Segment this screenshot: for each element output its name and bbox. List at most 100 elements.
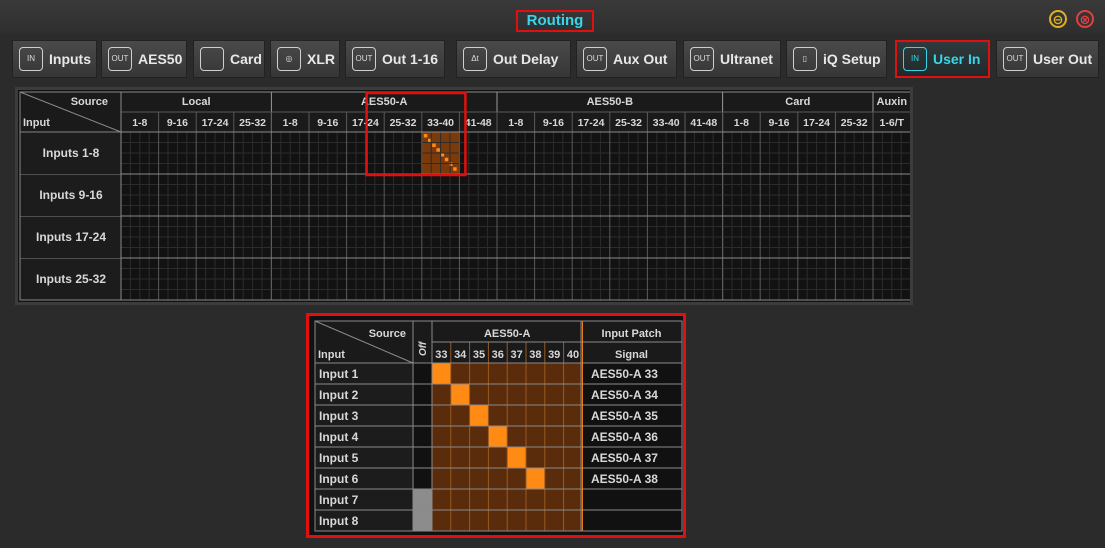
- output-jack-icon: OUT: [583, 47, 607, 71]
- patch-point[interactable]: [469, 405, 489, 426]
- input-row-label: Inputs 9-16: [39, 188, 103, 202]
- channel-number-label: 39: [548, 349, 560, 361]
- off-indicator[interactable]: [413, 510, 432, 531]
- source-column-label: 25-32: [390, 117, 417, 129]
- signal-value: AES50-A 36: [591, 430, 658, 444]
- source-column-label: 33-40: [653, 117, 680, 129]
- input-patch-header: Input Patch: [602, 328, 662, 340]
- source-group-local: Local: [182, 96, 211, 108]
- patch-point: [444, 157, 449, 162]
- patch-point: [453, 167, 457, 171]
- source-column-label: 9-16: [768, 117, 789, 129]
- source-column-label: 25-32: [841, 117, 868, 129]
- tab-label: iQ Setup: [823, 51, 881, 67]
- source-column-label: 9-16: [167, 117, 188, 129]
- source-column-label: 1-8: [508, 117, 523, 129]
- source-column-label: 9-16: [543, 117, 564, 129]
- channel-number-label: 35: [473, 349, 485, 361]
- channel-number-label: 36: [492, 349, 504, 361]
- tab-label: Card: [230, 51, 262, 67]
- corner-source-label: Source: [369, 328, 406, 340]
- patch-point: [432, 143, 436, 147]
- delay-icon: Δt: [463, 47, 487, 71]
- channel-number-label: 37: [510, 349, 522, 361]
- source-group-aes50-a: AES50-A: [361, 96, 408, 108]
- signal-value: AES50-A 35: [591, 409, 658, 423]
- off-column-label: Off: [418, 340, 429, 356]
- tab-aes50[interactable]: OUT AES50: [101, 40, 187, 78]
- patch-point[interactable]: [450, 384, 470, 405]
- patch-detail-grid: Source Input Off AES50-A 33 34 35 36 37 38 39 40 Inp…: [314, 320, 683, 532]
- routing-matrix: Source Input Local 1-8 9-16 17-24 25-32 AES50-A…: [15, 87, 913, 305]
- title-bar: Routing ⊖ ⊗: [0, 0, 1105, 34]
- minimize-icon[interactable]: ⊖: [1049, 10, 1067, 28]
- source-group-aes50-a: AES50-A: [484, 328, 531, 340]
- tab-label: Aux Out: [613, 51, 668, 67]
- matrix-grid: Source Input Local 1-8 9-16 17-24 25-32 AES50-A…: [19, 91, 910, 301]
- input-row-label: Inputs 17-24: [36, 230, 106, 244]
- channel-number-label: 38: [529, 349, 541, 361]
- channel-number-label: 34: [454, 349, 467, 361]
- card-icon: [200, 47, 224, 71]
- tab-out-1-16[interactable]: OUT Out 1-16: [345, 40, 445, 78]
- source-group-card: Card: [785, 96, 810, 108]
- tab-label: Out Delay: [493, 51, 559, 67]
- tab-inputs[interactable]: IN Inputs: [12, 40, 97, 78]
- patch-point: [440, 153, 445, 157]
- off-indicator[interactable]: [413, 489, 432, 510]
- patch-point: [423, 134, 428, 138]
- input-row-label: Input 4: [319, 430, 359, 444]
- signal-header: Signal: [615, 349, 648, 361]
- source-group-auxin: Auxin: [877, 96, 908, 108]
- input-row-label: Input 1: [319, 367, 359, 381]
- input-row-label: Input 2: [319, 388, 359, 402]
- tab-xlr[interactable]: ◎ XLR: [270, 40, 340, 78]
- patch-point[interactable]: [488, 426, 508, 447]
- source-column-label: 1-8: [734, 117, 749, 129]
- patch-point[interactable]: [526, 468, 545, 489]
- tab-ultranet[interactable]: OUT Ultranet: [683, 40, 781, 78]
- tab-label: AES50: [138, 51, 183, 67]
- source-column-label: 17-24: [202, 117, 229, 129]
- source-column-label: 1-6/T: [880, 117, 905, 129]
- patch-point[interactable]: [507, 447, 526, 468]
- tab-label: XLR: [307, 51, 335, 67]
- source-column-label: 1-8: [283, 117, 298, 129]
- output-jack-icon: OUT: [352, 47, 376, 71]
- tab-label: Out 1-16: [382, 51, 439, 67]
- corner-source-label: Source: [71, 96, 108, 108]
- source-column-label: 25-32: [239, 117, 266, 129]
- input-jack-icon: IN: [903, 47, 927, 71]
- input-jack-icon: IN: [19, 47, 43, 71]
- source-column-label: 9-16: [317, 117, 338, 129]
- close-icon[interactable]: ⊗: [1076, 10, 1094, 28]
- input-row-label: Input 6: [319, 472, 359, 486]
- window-title: Routing: [516, 10, 594, 32]
- source-column-label: 25-32: [615, 117, 642, 129]
- source-column-label: 41-48: [690, 117, 717, 129]
- speaker-icon: ▯: [793, 47, 817, 71]
- input-row-label: Inputs 1-8: [43, 146, 100, 160]
- tab-iq-setup[interactable]: ▯ iQ Setup: [786, 40, 887, 78]
- tab-label: Ultranet: [720, 51, 773, 67]
- signal-value: AES50-A 33: [591, 367, 658, 381]
- output-jack-icon: OUT: [690, 47, 714, 71]
- channel-number-label: 33: [435, 349, 447, 361]
- input-row-label: Input 8: [319, 514, 359, 528]
- output-jack-icon: OUT: [108, 47, 132, 71]
- tab-card[interactable]: Card: [193, 40, 265, 78]
- tab-user-out[interactable]: OUT User Out: [996, 40, 1099, 78]
- xlr-icon: ◎: [277, 47, 301, 71]
- source-column-label: 33-40: [427, 117, 454, 129]
- tab-aux-out[interactable]: OUT Aux Out: [576, 40, 677, 78]
- patch-point[interactable]: [432, 363, 451, 384]
- tab-label: Inputs: [49, 51, 91, 67]
- input-row-label: Input 7: [319, 493, 359, 507]
- input-row-label: Input 5: [319, 451, 359, 465]
- tab-out-delay[interactable]: Δt Out Delay: [456, 40, 571, 78]
- channel-number-label: 40: [567, 349, 579, 361]
- source-column-label: 1-8: [132, 117, 147, 129]
- input-row-label: Inputs 25-32: [36, 272, 106, 286]
- tab-user-in[interactable]: IN User In: [895, 40, 990, 78]
- corner-input-label: Input: [318, 349, 345, 361]
